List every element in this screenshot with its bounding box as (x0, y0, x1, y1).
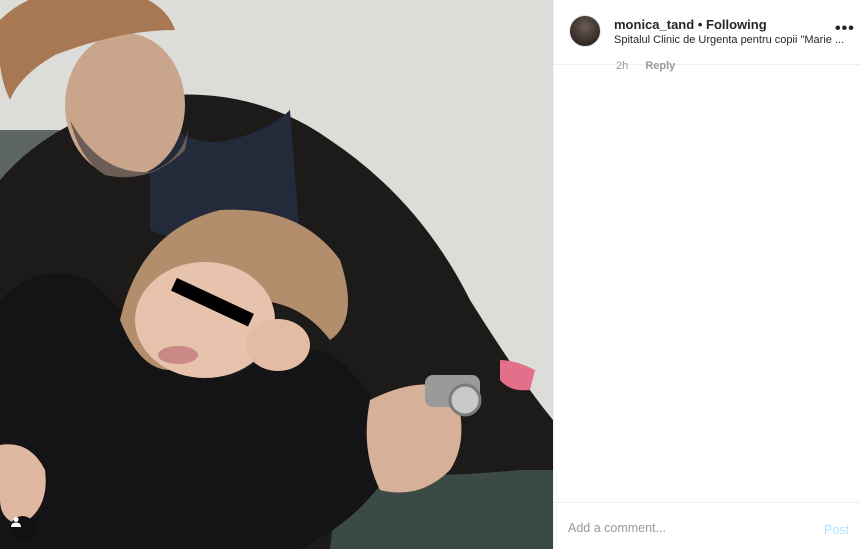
post-header: monica_tand • Following Spitalul Clinic … (554, 0, 860, 65)
separator-dot: • (697, 17, 703, 32)
more-options-button[interactable]: ••• (835, 20, 855, 38)
post-photo[interactable] (0, 0, 553, 549)
username-link[interactable]: monica_tand (614, 17, 694, 32)
reply-button[interactable]: Reply (645, 60, 675, 72)
comment-meta-row: 2h Reply (616, 60, 689, 72)
following-button[interactable]: Following (706, 17, 767, 32)
user-line: monica_tand • Following (614, 17, 767, 32)
post-button[interactable]: Post (824, 523, 849, 537)
avatar[interactable] (569, 15, 601, 47)
user-tag-icon (11, 517, 21, 527)
comment-time: 2h (616, 60, 629, 72)
user-tag-button[interactable] (10, 516, 35, 541)
post-side-panel: monica_tand • Following Spitalul Clinic … (553, 0, 860, 549)
location-link[interactable]: Spitalul Clinic de Urgenta pentru copii … (614, 34, 849, 46)
more-horizontal-icon: ••• (835, 20, 855, 37)
comment-footer: Post (554, 502, 860, 550)
comment-input[interactable] (568, 521, 798, 535)
photo-illustration (0, 0, 553, 549)
